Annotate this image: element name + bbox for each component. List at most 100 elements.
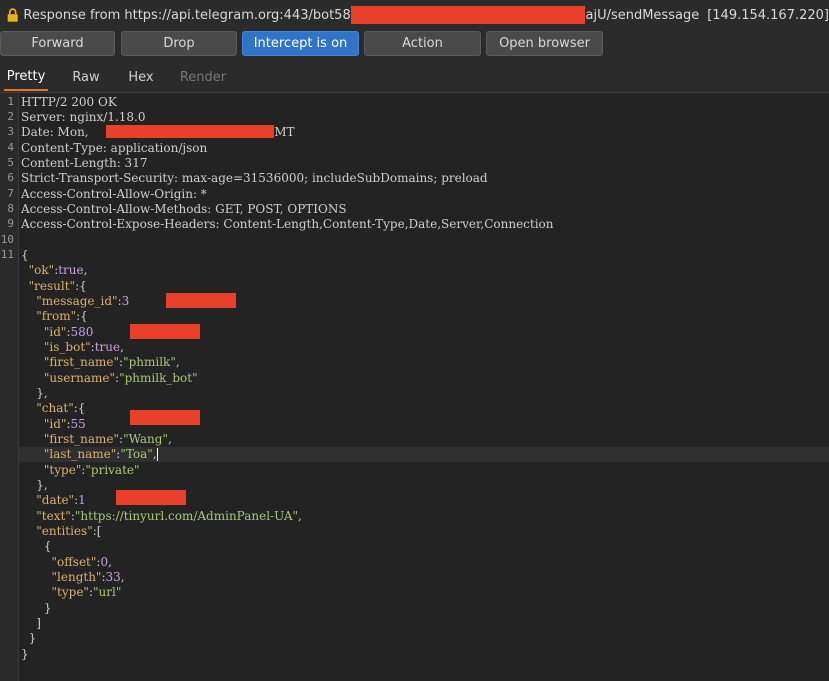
json-value: "Toa": [120, 447, 153, 461]
json-chat-id: "id":55: [43, 417, 86, 431]
json-value: "https://tinyurl.com/AdminPanel-UA": [74, 509, 299, 523]
line-number: 4: [7, 141, 14, 154]
line-number: 6: [7, 171, 14, 184]
json-value: true: [94, 340, 121, 354]
json-chat-first-name: "first_name":"Wang",: [43, 432, 172, 446]
json-key: "is_bot": [43, 340, 91, 354]
json-value: "phmilk": [123, 355, 176, 369]
json-chat: "chat":{: [36, 401, 86, 415]
json-key: "result": [28, 279, 76, 293]
json-value: "phmilk_bot": [119, 371, 198, 385]
line-number-gutter: 1 2 3 4 5 6 7 8 9 10 11: [0, 93, 19, 681]
lock-icon: [7, 8, 18, 22]
json-value: "url": [93, 585, 122, 599]
json-from: "from":{: [36, 309, 88, 323]
line-number: 7: [7, 187, 14, 200]
json-key: "ok": [28, 263, 55, 277]
intercept-toggle-button[interactable]: Intercept is on: [242, 31, 359, 56]
json-key: "length": [51, 570, 102, 584]
json-open-brace: {: [21, 248, 29, 262]
line-number: 9: [7, 217, 14, 230]
header-sts: Strict-Transport-Security: max-age=31536…: [21, 171, 488, 185]
window-title-bar: Response from https://api.telegram.org:4…: [0, 0, 829, 30]
json-key: "text": [36, 509, 71, 523]
line-number: 8: [7, 202, 14, 215]
line-number: 3: [7, 125, 14, 138]
title-redaction: [350, 6, 586, 24]
json-entity-close: }: [21, 601, 52, 615]
json-chat-close: },: [21, 478, 48, 492]
from-id-redaction: [130, 324, 200, 339]
line-number: 5: [7, 156, 14, 169]
json-text: "text":"https://tinyurl.com/AdminPanel-U…: [36, 509, 302, 523]
json-result: "result":{: [28, 279, 87, 293]
open-browser-button[interactable]: Open browser: [486, 31, 603, 56]
json-length: "length":33,: [51, 570, 125, 584]
response-editor[interactable]: 1 2 3 4 5 6 7 8 9 10 11 HTTP/2 200 OK Se…: [0, 93, 829, 681]
json-key: "type": [51, 585, 89, 599]
json-from-close: },: [21, 386, 48, 400]
json-key: "username": [43, 371, 116, 385]
json-key: "chat": [36, 401, 74, 415]
header-aceh: Access-Control-Expose-Headers: Content-L…: [21, 217, 554, 231]
date-value-redaction: [116, 490, 186, 505]
json-key: "from": [36, 309, 77, 323]
json-value: true: [58, 263, 84, 277]
json-close-brace: }: [21, 647, 29, 661]
json-is-bot: "is_bot":true,: [43, 340, 124, 354]
tab-pretty[interactable]: Pretty: [4, 63, 48, 91]
json-value: 33: [105, 570, 121, 584]
json-key: "last_name": [43, 447, 117, 461]
json-key: "first_name": [43, 432, 120, 446]
drop-button[interactable]: Drop: [121, 31, 237, 56]
json-entity-open: {: [21, 539, 52, 553]
intercept-toolbar: Forward Drop Intercept is on Action Open…: [0, 31, 829, 57]
json-key: "id": [43, 417, 67, 431]
json-from-first-name: "first_name":"phmilk",: [43, 355, 180, 369]
title-ip: [149.154.167.220]: [707, 7, 829, 23]
json-key: "id": [43, 325, 67, 339]
json-value: 3: [121, 294, 130, 308]
forward-button[interactable]: Forward: [0, 31, 115, 56]
line-number: 1: [7, 95, 14, 108]
message-id-redaction: [166, 293, 236, 308]
json-entity-type: "type":"url": [51, 585, 122, 599]
json-value: 580: [70, 325, 94, 339]
json-ok: "ok":true,: [28, 263, 88, 277]
line-number: 10: [0, 233, 14, 246]
header-date-prefix: Date: Mon,: [21, 125, 89, 139]
json-value: "Wang": [123, 432, 168, 446]
json-username: "username":"phmilk_bot": [43, 371, 198, 385]
json-key: "type": [43, 463, 82, 477]
line-number: 11: [0, 248, 14, 261]
json-last-name: "last_name":"Toa",: [19, 447, 829, 462]
json-entities: "entities":[: [36, 524, 102, 538]
tab-raw[interactable]: Raw: [64, 63, 108, 91]
json-value: 0: [100, 555, 109, 569]
json-key: "first_name": [43, 355, 120, 369]
header-acam: Access-Control-Allow-Methods: GET, POST,…: [21, 202, 347, 216]
json-value: "private": [85, 463, 140, 477]
action-button[interactable]: Action: [364, 31, 481, 56]
view-tabs: Pretty Raw Hex Render: [0, 63, 829, 93]
text-cursor: [156, 448, 158, 461]
json-value: 55: [70, 417, 86, 431]
json-key: "entities": [36, 524, 93, 538]
tab-render: Render: [179, 69, 227, 85]
json-message-id: "message_id":3: [36, 294, 130, 308]
json-key: "message_id": [36, 294, 118, 308]
status-line: HTTP/2 200 OK: [21, 95, 117, 109]
json-result-close: }: [21, 631, 37, 645]
chat-id-redaction: [130, 410, 200, 425]
json-value: 1: [78, 493, 86, 507]
json-key: "date": [36, 493, 75, 507]
json-key: "offset": [51, 555, 97, 569]
title-url-prefix: Response from https://api.telegram.org:4…: [23, 7, 351, 23]
json-from-id: "id":580: [43, 325, 94, 339]
json-offset: "offset":0,: [51, 555, 112, 569]
json-entities-close: ]: [21, 616, 41, 630]
header-content-type: Content-Type: application/json: [21, 141, 208, 155]
header-content-length: Content-Length: 317: [21, 156, 148, 170]
tab-hex[interactable]: Hex: [119, 63, 163, 91]
json-chat-type: "type":"private": [43, 463, 140, 477]
